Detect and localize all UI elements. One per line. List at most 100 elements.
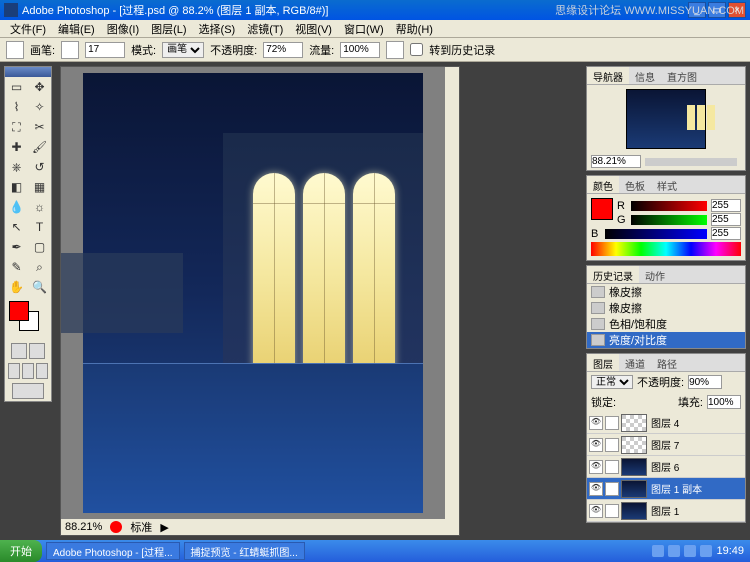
menu-filter[interactable]: 滤镜(T) [241,19,289,39]
visibility-icon[interactable]: 👁 [589,460,603,474]
color-swatches[interactable] [9,301,47,337]
nav-zoom-input[interactable] [591,155,641,168]
flow-input[interactable] [340,42,380,58]
history-brush-tool[interactable]: ↺ [28,157,51,177]
type-tool[interactable]: T [28,217,51,237]
eraser-tool[interactable]: ◧ [5,177,28,197]
tab-swatches[interactable]: 色板 [619,176,651,193]
layer-fill-input[interactable] [707,395,741,409]
tab-channels[interactable]: 通道 [619,354,651,371]
lock-pixels-icon[interactable] [620,396,632,408]
navigator-thumbnail[interactable] [626,89,706,149]
lasso-tool[interactable]: ⌇ [5,97,28,117]
menu-select[interactable]: 选择(S) [193,19,242,39]
pen-tool[interactable]: ✒ [5,237,28,257]
tray-icon[interactable] [652,545,664,557]
taskbar-item-photoshop[interactable]: Adobe Photoshop - [过程... [46,542,180,560]
history-item[interactable]: 橡皮擦 [587,300,745,316]
history-check[interactable] [410,43,423,56]
nav-zoom-slider[interactable] [645,158,737,166]
brush-size-input[interactable] [85,42,125,58]
history-item[interactable]: 橡皮擦 [587,284,745,300]
tab-info[interactable]: 信息 [629,67,661,84]
layer-thumbnail[interactable] [621,414,647,432]
standard-mode-icon[interactable] [11,343,27,359]
history-item[interactable]: 亮度/对比度 [587,332,745,348]
eyedropper-tool[interactable]: ⌕ [28,257,51,277]
screen-std-icon[interactable] [8,363,20,379]
menu-view[interactable]: 视图(V) [289,19,338,39]
layer-row[interactable]: 👁图层 4 [587,412,745,434]
tray-icon[interactable] [684,545,696,557]
taskbar-item-capture[interactable]: 捕捉预览 - 红蜻蜓抓图... [184,542,305,560]
crop-tool[interactable]: ⛶ [5,117,28,137]
marquee-tool[interactable]: ▭ [5,77,28,97]
g-input[interactable] [711,213,741,226]
move-tool[interactable]: ✥ [28,77,51,97]
layer-row[interactable]: 👁图层 7 [587,434,745,456]
shape-tool[interactable]: ▢ [28,237,51,257]
tab-history[interactable]: 历史记录 [587,266,639,283]
dodge-tool[interactable]: ☼ [28,197,51,217]
link-icon[interactable] [605,438,619,452]
start-button[interactable]: 开始 [0,540,42,562]
tab-paths[interactable]: 路径 [651,354,683,371]
link-icon[interactable] [605,504,619,518]
menu-edit[interactable]: 编辑(E) [52,19,101,39]
clock[interactable]: 19:49 [716,545,744,557]
menu-image[interactable]: 图像(I) [101,19,145,39]
layer-row[interactable]: 👁图层 1 [587,500,745,522]
tab-navigator[interactable]: 导航器 [587,67,629,84]
g-slider[interactable] [631,215,707,225]
notes-tool[interactable]: ✎ [5,257,28,277]
link-icon[interactable] [605,482,619,496]
tab-layers[interactable]: 图层 [587,354,619,371]
visibility-icon[interactable]: 👁 [589,438,603,452]
menu-layer[interactable]: 图层(L) [145,19,192,39]
layer-thumbnail[interactable] [621,480,647,498]
layer-opacity-input[interactable] [688,375,722,389]
link-icon[interactable] [605,460,619,474]
layer-row[interactable]: 👁图层 1 副本 [587,478,745,500]
fg-color-icon[interactable] [9,301,29,321]
b-slider[interactable] [605,229,707,239]
blend-mode-select[interactable]: 正常 [591,375,633,389]
toolbox-header[interactable] [5,67,51,77]
menu-help[interactable]: 帮助(H) [390,19,439,39]
tray-icon[interactable] [668,545,680,557]
quickmask-icon[interactable] [29,343,45,359]
tab-color[interactable]: 颜色 [587,176,619,193]
tool-preset-icon[interactable] [6,41,24,59]
layer-thumbnail[interactable] [621,502,647,520]
tab-styles[interactable]: 样式 [651,176,683,193]
tab-histogram[interactable]: 直方图 [661,67,703,84]
color-fg-icon[interactable] [591,198,613,220]
layer-row[interactable]: 👁图层 6 [587,456,745,478]
brush-tool[interactable]: 🖌 [28,137,51,157]
canvas[interactable] [61,67,445,519]
opacity-input[interactable] [263,42,303,58]
brush-preview[interactable] [61,41,79,59]
zoom-readout[interactable]: 88.21% [65,521,102,533]
stamp-tool[interactable]: ⎈ [5,157,28,177]
zoom-tool[interactable]: 🔍 [28,277,51,297]
menu-window[interactable]: 窗口(W) [338,19,390,39]
color-spectrum[interactable] [591,242,741,256]
status-arrow-icon[interactable]: ▶ [160,521,168,534]
wand-tool[interactable]: ✧ [28,97,51,117]
heal-tool[interactable]: ✚ [5,137,28,157]
r-input[interactable] [711,199,741,212]
screen-full-icon[interactable] [22,363,34,379]
blur-tool[interactable]: 💧 [5,197,28,217]
tray-icon[interactable] [700,545,712,557]
hand-tool[interactable]: ✋ [5,277,28,297]
tab-actions[interactable]: 动作 [639,266,671,283]
path-tool[interactable]: ↖ [5,217,28,237]
visibility-icon[interactable]: 👁 [589,504,603,518]
gradient-tool[interactable]: ▦ [28,177,51,197]
b-input[interactable] [711,227,741,240]
mode-select[interactable]: 画笔 [162,42,204,58]
slice-tool[interactable]: ✂ [28,117,51,137]
layer-thumbnail[interactable] [621,436,647,454]
vertical-scrollbar[interactable] [445,67,459,519]
